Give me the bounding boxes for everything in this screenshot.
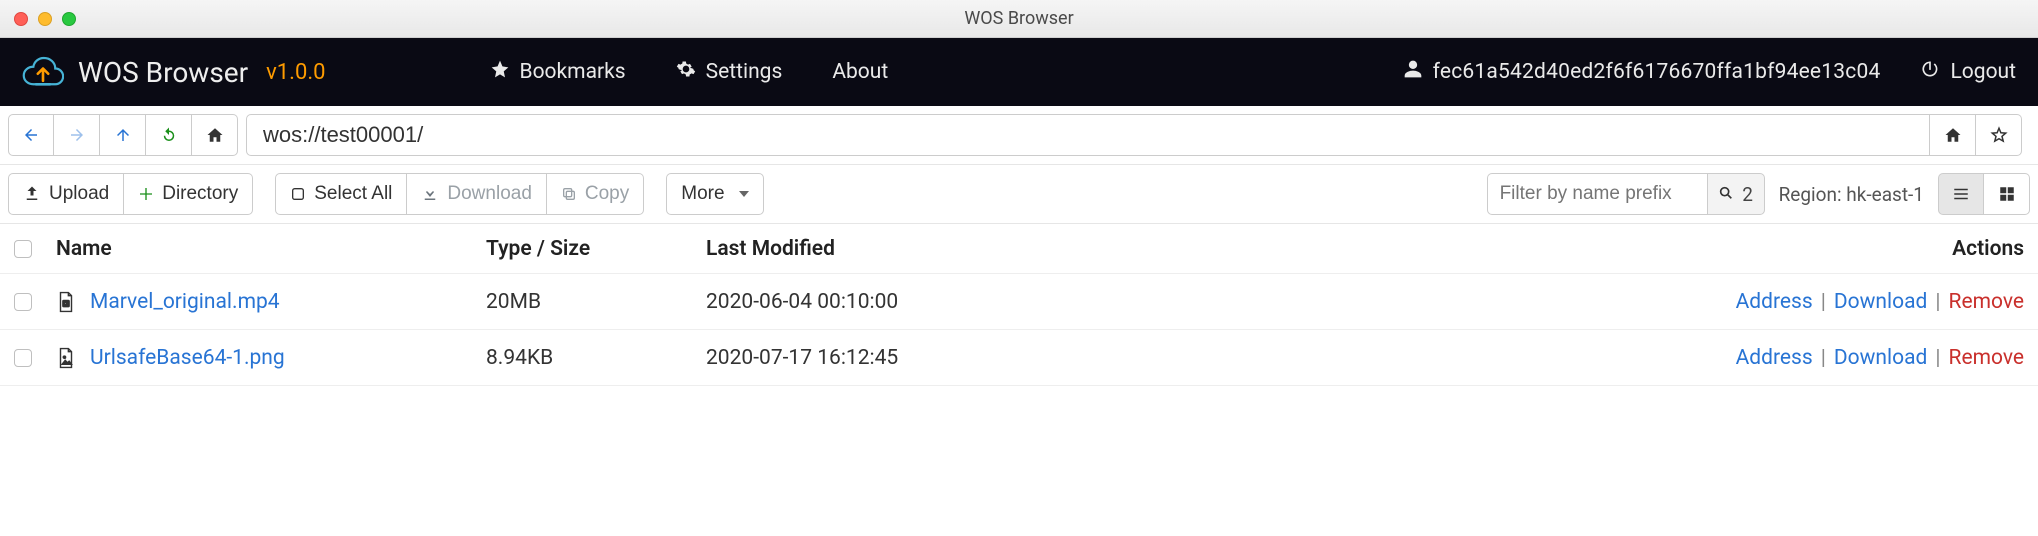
bookmark-star-button[interactable] bbox=[1976, 114, 2022, 156]
nav-logout[interactable]: Logout bbox=[1920, 59, 2016, 85]
directory-label: Directory bbox=[162, 183, 238, 205]
header-actions: Actions bbox=[1664, 237, 2024, 261]
address-input[interactable] bbox=[246, 114, 1930, 156]
search-icon bbox=[1718, 183, 1734, 206]
upload-icon bbox=[23, 185, 41, 203]
action-remove[interactable]: Remove bbox=[1949, 290, 2025, 314]
table-header: Name Type / Size Last Modified Actions bbox=[0, 224, 2038, 274]
separator: | bbox=[1935, 290, 1940, 314]
plus-icon bbox=[138, 186, 154, 202]
file-size: 8.94KB bbox=[486, 346, 706, 370]
more-label: More bbox=[681, 183, 724, 205]
download-button[interactable]: Download bbox=[407, 173, 547, 215]
forward-button[interactable] bbox=[54, 114, 100, 156]
address-bar bbox=[246, 114, 2022, 156]
window-maximize-button[interactable] bbox=[62, 12, 76, 26]
separator: | bbox=[1821, 346, 1826, 370]
list-view-button[interactable] bbox=[1938, 173, 1984, 215]
table-row: Marvel_original.mp4 20MB 2020-06-04 00:1… bbox=[0, 274, 2038, 330]
result-count[interactable]: 2 bbox=[1707, 173, 1765, 215]
upload-label: Upload bbox=[49, 183, 109, 205]
file-size: 20MB bbox=[486, 290, 706, 314]
upload-button[interactable]: Upload bbox=[8, 173, 124, 215]
back-button[interactable] bbox=[8, 114, 54, 156]
action-address[interactable]: Address bbox=[1736, 290, 1813, 314]
header-last-modified[interactable]: Last Modified bbox=[706, 237, 1664, 261]
file-type-icon bbox=[56, 291, 76, 313]
address-bar-row bbox=[0, 106, 2038, 165]
action-download[interactable]: Download bbox=[1834, 290, 1928, 314]
filter-input[interactable] bbox=[1487, 173, 1707, 215]
action-download[interactable]: Download bbox=[1834, 346, 1928, 370]
row-checkbox[interactable] bbox=[14, 293, 32, 311]
nav-settings[interactable]: Settings bbox=[676, 59, 783, 85]
download-label: Download bbox=[447, 183, 532, 205]
file-name-link[interactable]: Marvel_original.mp4 bbox=[90, 290, 280, 314]
nav-bookmarks-label: Bookmarks bbox=[520, 60, 626, 84]
copy-icon bbox=[561, 186, 577, 202]
grid-icon bbox=[1998, 185, 2016, 203]
action-remove[interactable]: Remove bbox=[1949, 346, 2025, 370]
app-version: v1.0.0 bbox=[266, 60, 325, 85]
more-button[interactable]: More bbox=[666, 173, 763, 215]
select-all-label: Select All bbox=[314, 183, 392, 205]
user-hash[interactable]: fec61a542d40ed2f6f6176670ffa1bf94ee13c04 bbox=[1403, 59, 1881, 85]
app-name: WOS Browser bbox=[78, 56, 248, 89]
cloud-upload-icon bbox=[22, 55, 64, 89]
file-last-modified: 2020-06-04 00:10:00 bbox=[706, 290, 1664, 314]
file-type-icon bbox=[56, 347, 76, 369]
action-address[interactable]: Address bbox=[1736, 346, 1813, 370]
separator: | bbox=[1821, 290, 1826, 314]
grid-view-button[interactable] bbox=[1984, 173, 2030, 215]
user-icon bbox=[1403, 59, 1423, 85]
chevron-down-icon bbox=[739, 191, 749, 197]
view-toggle bbox=[1938, 173, 2030, 215]
star-icon bbox=[490, 59, 510, 85]
nav-buttons bbox=[8, 114, 238, 156]
header-name[interactable]: Name bbox=[56, 237, 486, 261]
nav-settings-label: Settings bbox=[706, 60, 783, 84]
directory-button[interactable]: Directory bbox=[124, 173, 253, 215]
header-type-size[interactable]: Type / Size bbox=[486, 237, 706, 261]
nav-about[interactable]: About bbox=[832, 60, 888, 84]
region-indicator: Region: hk-east-1 bbox=[1779, 183, 1924, 206]
region-label: Region: bbox=[1779, 183, 1847, 206]
region-value: hk-east-1 bbox=[1846, 183, 1924, 206]
copy-label: Copy bbox=[585, 183, 629, 205]
separator: | bbox=[1935, 346, 1940, 370]
file-table: Name Type / Size Last Modified Actions M… bbox=[0, 224, 2038, 386]
select-all-button[interactable]: Select All bbox=[275, 173, 407, 215]
home-button[interactable] bbox=[192, 114, 238, 156]
result-count-value: 2 bbox=[1742, 183, 1753, 206]
traffic-lights bbox=[14, 12, 76, 26]
window-title: WOS Browser bbox=[0, 8, 2038, 29]
nav-bookmarks[interactable]: Bookmarks bbox=[490, 59, 626, 85]
window-minimize-button[interactable] bbox=[38, 12, 52, 26]
power-icon bbox=[1920, 59, 1940, 85]
nav-about-label: About bbox=[832, 60, 888, 84]
nav-logout-label: Logout bbox=[1950, 60, 2016, 84]
refresh-button[interactable] bbox=[146, 114, 192, 156]
brand: WOS Browser v1.0.0 bbox=[22, 55, 326, 89]
header-nav: Bookmarks Settings About bbox=[490, 59, 889, 85]
square-icon bbox=[290, 186, 306, 202]
user-hash-value: fec61a542d40ed2f6f6176670ffa1bf94ee13c04 bbox=[1433, 60, 1881, 84]
filter-group: 2 bbox=[1487, 173, 1765, 215]
gear-icon bbox=[676, 59, 696, 85]
window-close-button[interactable] bbox=[14, 12, 28, 26]
action-toolbar: Upload Directory Select All Download bbox=[0, 165, 2038, 224]
row-checkbox[interactable] bbox=[14, 349, 32, 367]
address-home-button[interactable] bbox=[1930, 114, 1976, 156]
file-last-modified: 2020-07-17 16:12:45 bbox=[706, 346, 1664, 370]
app-header: WOS Browser v1.0.0 Bookmarks Settings Ab… bbox=[0, 38, 2038, 106]
table-row: UrlsafeBase64-1.png 8.94KB 2020-07-17 16… bbox=[0, 330, 2038, 386]
file-name-link[interactable]: UrlsafeBase64-1.png bbox=[90, 346, 285, 370]
macos-titlebar: WOS Browser bbox=[0, 0, 2038, 38]
list-icon bbox=[1952, 185, 1970, 203]
up-button[interactable] bbox=[100, 114, 146, 156]
select-all-checkbox[interactable] bbox=[14, 240, 32, 258]
copy-button[interactable]: Copy bbox=[547, 173, 644, 215]
download-icon bbox=[421, 185, 439, 203]
